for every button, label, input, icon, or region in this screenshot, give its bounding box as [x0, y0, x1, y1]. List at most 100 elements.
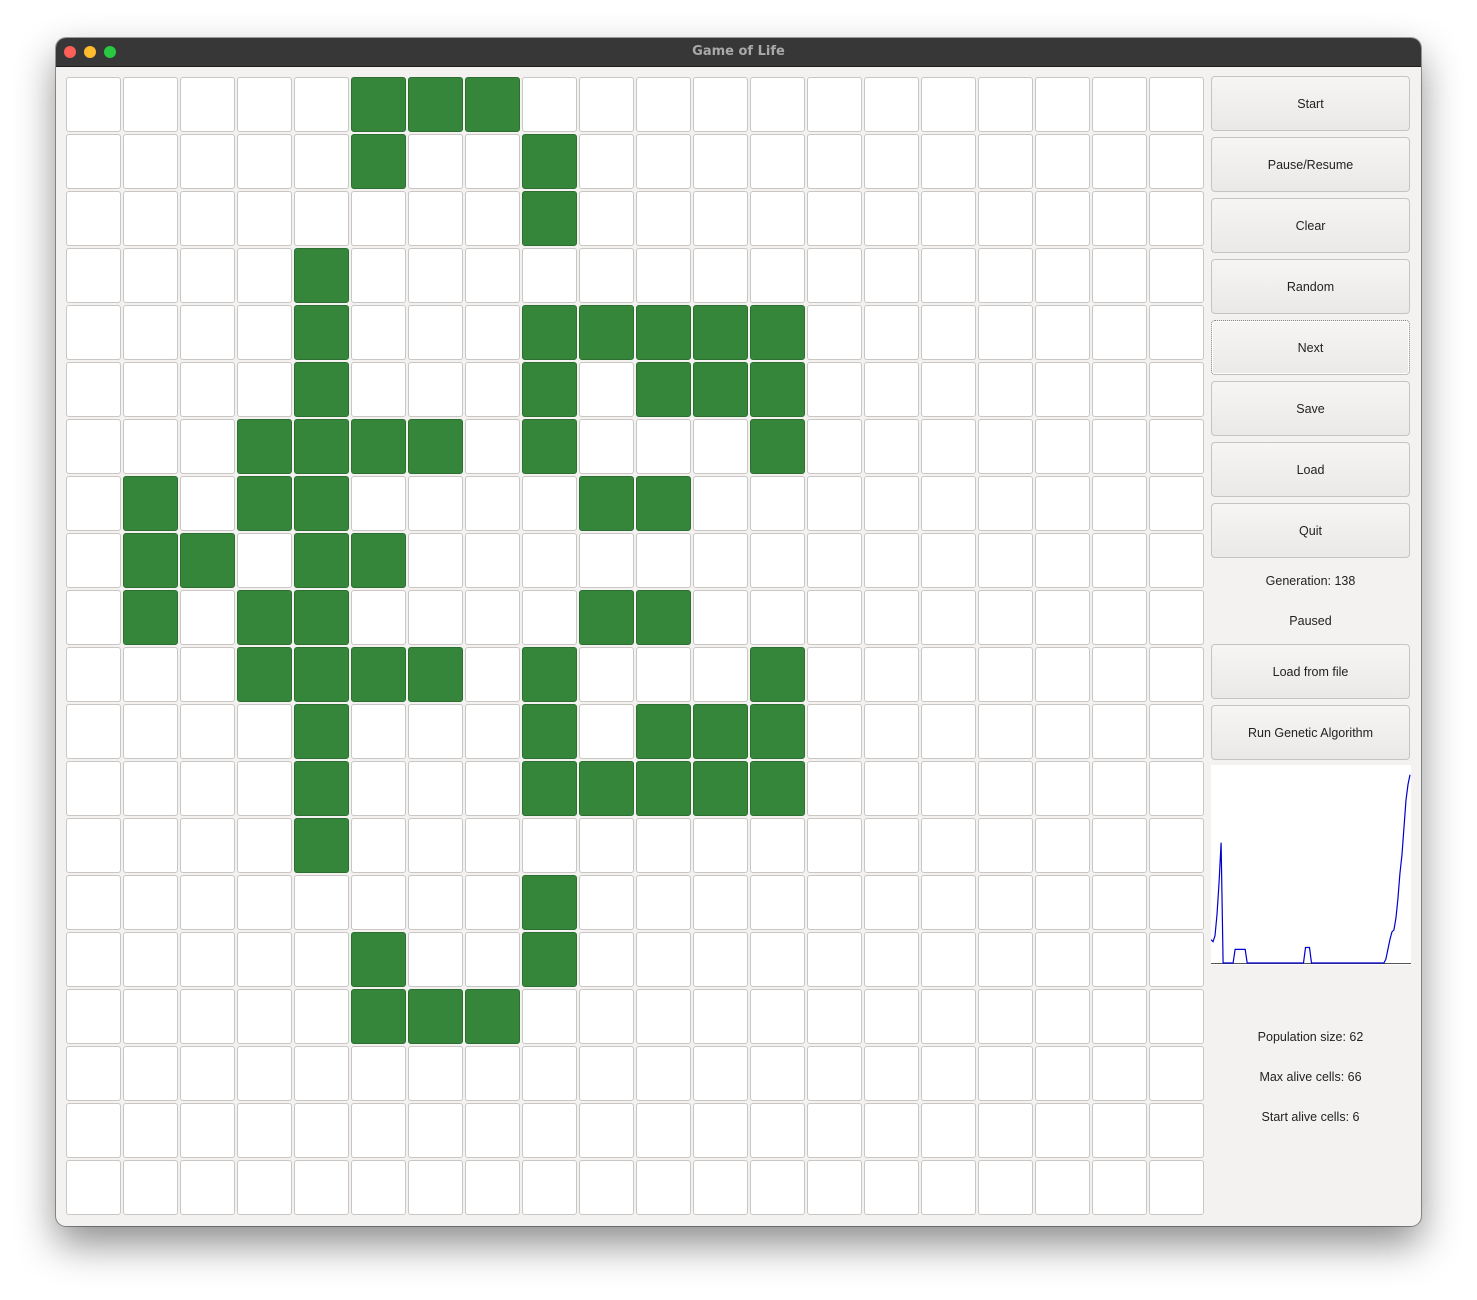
grid-cell[interactable] [807, 305, 862, 360]
grid-cell[interactable] [408, 704, 463, 759]
grid-cell[interactable] [921, 77, 976, 132]
grid-cell[interactable] [579, 875, 634, 930]
grid-cell[interactable] [1149, 362, 1204, 417]
grid-cell[interactable] [408, 248, 463, 303]
grid-cell[interactable] [351, 1103, 406, 1158]
grid-cell[interactable] [807, 932, 862, 987]
grid-cell[interactable] [237, 362, 292, 417]
grid-cell[interactable] [1149, 191, 1204, 246]
grid-cell[interactable] [693, 647, 748, 702]
grid-cell[interactable] [465, 1160, 520, 1215]
grid-cell[interactable] [408, 875, 463, 930]
grid-cell[interactable] [693, 932, 748, 987]
grid-cell[interactable] [408, 1103, 463, 1158]
grid-cell[interactable] [180, 647, 235, 702]
grid-cell[interactable] [807, 1103, 862, 1158]
grid-cell[interactable] [636, 1160, 691, 1215]
grid-cell[interactable] [237, 989, 292, 1044]
grid-cell[interactable] [807, 362, 862, 417]
grid-cell[interactable] [1149, 1046, 1204, 1101]
grid-cell[interactable] [978, 704, 1033, 759]
grid-cell[interactable] [864, 761, 919, 816]
grid-cell[interactable] [978, 362, 1033, 417]
grid-cell[interactable] [579, 647, 634, 702]
grid-cell[interactable] [807, 419, 862, 474]
grid-cell[interactable] [579, 704, 634, 759]
grid-cell[interactable] [864, 1160, 919, 1215]
grid-cell[interactable] [66, 989, 121, 1044]
grid-cell[interactable] [66, 476, 121, 531]
start-button[interactable]: Start [1211, 76, 1410, 131]
grid-cell[interactable] [978, 989, 1033, 1044]
grid-cell[interactable] [636, 647, 691, 702]
grid-cell[interactable] [864, 533, 919, 588]
grid-cell[interactable] [978, 419, 1033, 474]
grid-cell[interactable] [123, 1103, 178, 1158]
grid-cell[interactable] [66, 362, 121, 417]
grid-cell[interactable] [1149, 533, 1204, 588]
grid-cell[interactable] [465, 704, 520, 759]
grid-cell[interactable] [123, 134, 178, 189]
grid-cell[interactable] [579, 419, 634, 474]
grid-cell-alive[interactable] [294, 419, 349, 474]
grid-cell[interactable] [408, 134, 463, 189]
grid-cell[interactable] [66, 1046, 121, 1101]
grid-cell-alive[interactable] [522, 191, 577, 246]
grid-cell[interactable] [864, 932, 919, 987]
grid-cell[interactable] [978, 1103, 1033, 1158]
grid-cell[interactable] [864, 590, 919, 645]
grid-cell-alive[interactable] [294, 647, 349, 702]
grid-cell[interactable] [123, 1160, 178, 1215]
grid-cell[interactable] [180, 818, 235, 873]
grid-cell[interactable] [750, 1160, 805, 1215]
grid-cell[interactable] [123, 818, 178, 873]
grid-cell[interactable] [123, 932, 178, 987]
grid-cell-alive[interactable] [351, 419, 406, 474]
grid-cell[interactable] [864, 419, 919, 474]
grid-cell[interactable] [1035, 1046, 1090, 1101]
grid-cell[interactable] [1149, 761, 1204, 816]
grid-cell[interactable] [237, 875, 292, 930]
grid-cell[interactable] [180, 476, 235, 531]
grid-cell[interactable] [1092, 419, 1147, 474]
grid-cell[interactable] [351, 305, 406, 360]
grid-cell[interactable] [465, 476, 520, 531]
grid-cell[interactable] [180, 77, 235, 132]
grid-cell[interactable] [1092, 590, 1147, 645]
grid-cell[interactable] [1149, 1160, 1204, 1215]
grid-cell-alive[interactable] [522, 932, 577, 987]
grid-cell[interactable] [465, 875, 520, 930]
grid-cell[interactable] [180, 362, 235, 417]
grid-cell[interactable] [750, 248, 805, 303]
grid-cell[interactable] [1035, 761, 1090, 816]
grid-cell[interactable] [1092, 818, 1147, 873]
grid-cell[interactable] [1092, 875, 1147, 930]
grid-cell[interactable] [693, 533, 748, 588]
grid-cell[interactable] [579, 134, 634, 189]
grid-cell-alive[interactable] [750, 419, 805, 474]
grid-cell[interactable] [978, 875, 1033, 930]
grid-cell[interactable] [66, 875, 121, 930]
grid-cell[interactable] [636, 875, 691, 930]
grid-cell-alive[interactable] [522, 647, 577, 702]
grid-cell-alive[interactable] [123, 590, 178, 645]
grid-cell[interactable] [465, 932, 520, 987]
grid-cell-alive[interactable] [237, 590, 292, 645]
grid-cell-alive[interactable] [579, 476, 634, 531]
grid-cell-alive[interactable] [579, 590, 634, 645]
grid-cell[interactable] [1149, 134, 1204, 189]
grid-cell[interactable] [636, 134, 691, 189]
grid-cell[interactable] [978, 590, 1033, 645]
grid-cell[interactable] [294, 1103, 349, 1158]
grid-cell[interactable] [864, 704, 919, 759]
grid-cell[interactable] [294, 932, 349, 987]
grid-cell[interactable] [978, 191, 1033, 246]
grid-cell[interactable] [807, 1046, 862, 1101]
grid-cell[interactable] [465, 533, 520, 588]
grid-cell[interactable] [351, 248, 406, 303]
grid-cell[interactable] [1092, 989, 1147, 1044]
grid-cell[interactable] [1035, 362, 1090, 417]
grid-cell[interactable] [807, 989, 862, 1044]
grid-cell-alive[interactable] [579, 761, 634, 816]
grid-cell[interactable] [864, 134, 919, 189]
